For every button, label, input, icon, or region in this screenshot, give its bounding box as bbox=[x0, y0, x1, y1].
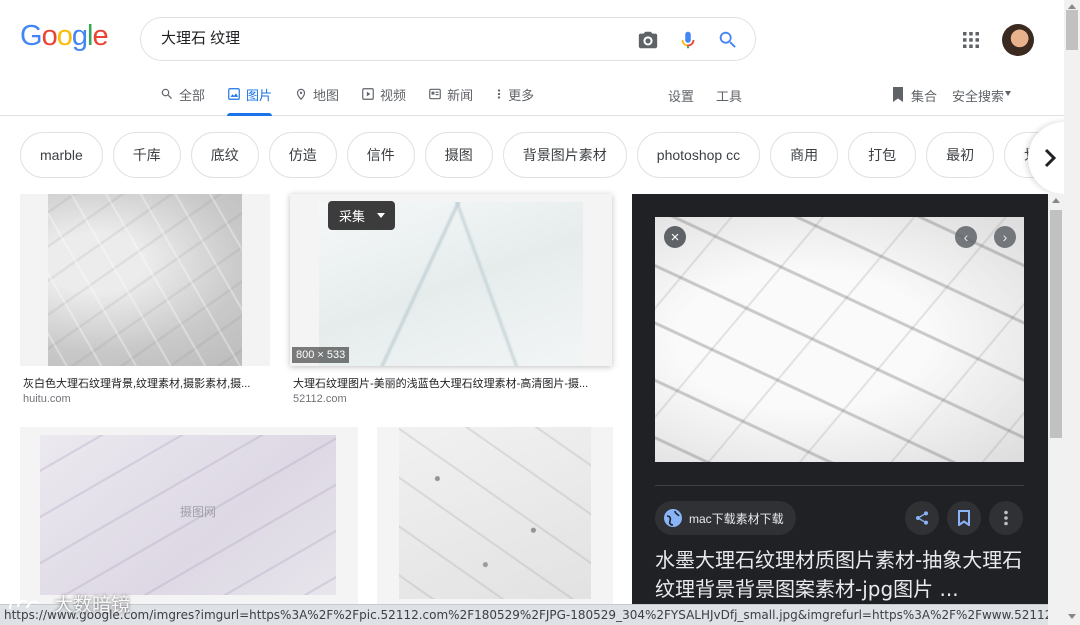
chip[interactable]: 千库 bbox=[112, 132, 181, 178]
microphone-icon[interactable] bbox=[677, 29, 699, 51]
result-thumbnail[interactable]: 摄图网 bbox=[20, 427, 358, 605]
result-caption[interactable]: 大理石纹理图片-美丽的浅蓝色大理石纹理素材-高清图片-摄... bbox=[293, 375, 611, 391]
collect-label: 采集 bbox=[339, 209, 366, 224]
collect-button[interactable]: 采集 bbox=[328, 201, 395, 230]
scroll-down-arrow[interactable] bbox=[1068, 614, 1076, 619]
image-watermark: 摄图网 bbox=[180, 505, 217, 519]
save-button[interactable] bbox=[947, 501, 981, 535]
source-site-chip[interactable]: mac下载素材下载 bbox=[655, 501, 796, 535]
source-site-name: mac下载素材下载 bbox=[689, 511, 784, 526]
chip[interactable]: 背景图片素材 bbox=[502, 132, 627, 178]
result-domain[interactable]: huitu.com bbox=[23, 393, 71, 405]
panel-scrollbar[interactable] bbox=[1048, 194, 1064, 625]
tab-label: 地图 bbox=[313, 87, 340, 103]
share-button[interactable] bbox=[905, 501, 939, 535]
overlay-watermark: 大数暗镜 bbox=[8, 590, 130, 617]
tab-more[interactable]: 更多 bbox=[495, 78, 534, 110]
tab-news[interactable]: 新闻 bbox=[428, 78, 473, 110]
tab-images[interactable]: 图片 bbox=[227, 78, 273, 116]
chevron-left-icon[interactable]: ‹ bbox=[955, 226, 977, 248]
chevron-down-icon bbox=[1005, 91, 1011, 96]
settings-link[interactable]: 设置 bbox=[668, 86, 694, 105]
search-box bbox=[140, 17, 756, 61]
caret-down-icon bbox=[377, 213, 386, 218]
page-scrollbar[interactable] bbox=[1064, 0, 1080, 625]
play-icon bbox=[362, 88, 374, 100]
bookmark-icon bbox=[893, 87, 903, 102]
result-thumbnail[interactable] bbox=[20, 194, 270, 366]
tab-label: 全部 bbox=[179, 87, 206, 103]
google-logo[interactable]: Google bbox=[20, 20, 109, 53]
tab-label: 视频 bbox=[380, 87, 407, 103]
watermark-text: 大数暗镜 bbox=[54, 594, 131, 616]
chip[interactable]: 底纹 bbox=[190, 132, 259, 178]
result-thumbnail[interactable] bbox=[377, 427, 613, 605]
search-tabs: 全部 图片 地图 视频 新闻 更多 bbox=[160, 78, 556, 116]
tab-videos[interactable]: 视频 bbox=[361, 78, 406, 110]
apps-grid-icon[interactable] bbox=[962, 31, 980, 49]
tab-label: 更多 bbox=[508, 87, 535, 103]
tab-label: 图片 bbox=[246, 87, 273, 103]
chevron-right-icon[interactable]: › bbox=[994, 226, 1016, 248]
more-vert-icon bbox=[497, 89, 501, 99]
image-size-badge: 800 × 533 bbox=[292, 347, 350, 363]
image-icon bbox=[228, 88, 240, 100]
chip[interactable]: marble bbox=[20, 132, 103, 178]
header: Google 全部 图片 地图 视频 bbox=[0, 0, 1064, 116]
chip[interactable]: 摄图 bbox=[424, 132, 493, 178]
account-avatar[interactable] bbox=[1002, 24, 1034, 56]
globe-icon bbox=[664, 509, 682, 527]
safesearch-link[interactable]: 安全搜索 bbox=[952, 86, 1004, 105]
bookmark-icon bbox=[958, 510, 970, 526]
tools-link[interactable]: 工具 bbox=[716, 86, 742, 105]
result-caption[interactable]: 灰白色大理石纹理背景,纹理素材,摄影素材,摄... bbox=[23, 375, 269, 391]
scrollbar-thumb[interactable] bbox=[1066, 10, 1078, 50]
tab-all[interactable]: 全部 bbox=[160, 78, 205, 110]
search-icon[interactable] bbox=[717, 29, 739, 51]
chip[interactable]: 最初 bbox=[926, 132, 995, 178]
watermark-logo-icon bbox=[9, 598, 39, 610]
scroll-up-arrow[interactable] bbox=[1068, 4, 1076, 9]
search-icon bbox=[161, 88, 172, 99]
news-icon bbox=[429, 88, 441, 100]
close-icon[interactable]: × bbox=[664, 226, 686, 248]
scrollbar-thumb[interactable] bbox=[1050, 210, 1062, 438]
more-vert-icon bbox=[1004, 510, 1008, 526]
divider bbox=[655, 485, 1024, 486]
chip[interactable]: 打包 bbox=[848, 132, 917, 178]
share-icon bbox=[916, 511, 928, 525]
map-pin-icon bbox=[296, 88, 306, 101]
preview-image[interactable] bbox=[655, 217, 1024, 462]
result-image bbox=[399, 427, 591, 599]
preview-title[interactable]: 水墨大理石纹理材质图片素材-抽象大理石纹理背景背景图案素材-jpg图片 ... bbox=[655, 546, 1025, 604]
more-options-button[interactable] bbox=[989, 501, 1023, 535]
preview-panel: × ‹ › mac下载素材下载 水墨大理石纹理材质图片素材-抽象大理石纹理背景背… bbox=[632, 194, 1048, 625]
status-bar-url: https://www.google.com/imgres?imgurl=htt… bbox=[0, 604, 1048, 625]
chip[interactable]: 信件 bbox=[346, 132, 415, 178]
camera-icon[interactable] bbox=[637, 29, 659, 51]
related-chips: marble 千库 底纹 仿造 信件 摄图 背景图片素材 photoshop c… bbox=[20, 132, 1080, 178]
scroll-up-arrow[interactable] bbox=[1052, 198, 1060, 203]
tab-maps[interactable]: 地图 bbox=[294, 78, 339, 110]
result-domain[interactable]: 52112.com bbox=[293, 393, 347, 405]
chip[interactable]: 商用 bbox=[770, 132, 839, 178]
collections-link[interactable]: 集合 bbox=[911, 86, 937, 105]
search-input[interactable] bbox=[161, 18, 621, 60]
chip[interactable]: 仿造 bbox=[268, 132, 337, 178]
tab-label: 新闻 bbox=[447, 87, 474, 103]
chevron-right-icon bbox=[1044, 148, 1057, 168]
chip[interactable]: photoshop cc bbox=[636, 132, 761, 178]
